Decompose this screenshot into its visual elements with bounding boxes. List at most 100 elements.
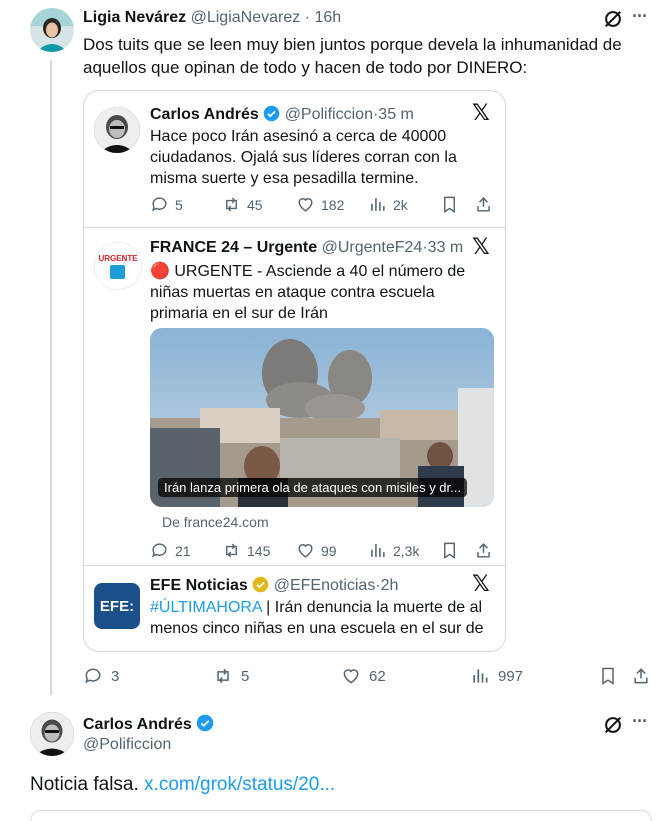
quoted-text: Hace poco Irán asesinó a cerca de 40000 … bbox=[150, 128, 457, 187]
share-button[interactable] bbox=[474, 195, 493, 214]
like-count: 182 bbox=[321, 196, 345, 213]
grok-icon[interactable] bbox=[601, 713, 625, 737]
bookmark-button[interactable] bbox=[440, 541, 459, 560]
reply-button[interactable]: 5 bbox=[150, 195, 183, 214]
quoted-tweets-card[interactable]: Carlos Andrés @Polificcion·35 m 𝕏 Hace p… bbox=[83, 90, 506, 652]
like-button[interactable]: 182 bbox=[296, 195, 344, 214]
quoted-text-body: URGENTE - Asciende a 40 el número de niñ… bbox=[150, 263, 466, 322]
heart-icon bbox=[298, 544, 313, 558]
tweet-time: 2h bbox=[380, 577, 399, 594]
views-icon bbox=[473, 669, 488, 683]
share-icon bbox=[477, 197, 490, 212]
author-name: EFE Noticias bbox=[150, 577, 248, 594]
heart-icon bbox=[343, 669, 359, 684]
tweet-time: 35 m bbox=[378, 106, 414, 123]
heart-icon bbox=[298, 198, 313, 212]
author-handle: @UrgenteF24 bbox=[321, 239, 423, 256]
red-circle-icon: 🔴 bbox=[150, 261, 170, 280]
reply-icon bbox=[85, 668, 101, 684]
thread-line bbox=[50, 60, 52, 695]
reply-count: 21 bbox=[175, 542, 191, 559]
quoted-tweet-carlos[interactable]: Carlos Andrés @Polificcion·35 m 𝕏 Hace p… bbox=[84, 91, 505, 227]
quoted-tweet-efe[interactable]: EFE: EFE Noticias @EFEnoticias·2h 𝕏 #ÚLT… bbox=[84, 566, 505, 651]
verified-badge-icon bbox=[263, 105, 280, 122]
bookmark-icon bbox=[444, 196, 455, 213]
x-logo-icon[interactable]: 𝕏 bbox=[472, 572, 490, 597]
author-name[interactable]: Ligia Nevárez bbox=[83, 9, 186, 26]
tweet-time: 33 m bbox=[427, 239, 464, 256]
repost-count: 45 bbox=[247, 196, 263, 213]
repost-count: 5 bbox=[241, 667, 250, 685]
avatar: EFE: bbox=[94, 583, 140, 629]
quoted-text: #ÚLTIMAHORA | Irán denuncia la muerte de… bbox=[150, 597, 490, 639]
repost-button[interactable]: 145 bbox=[222, 541, 270, 560]
x-logo-icon[interactable]: 𝕏 bbox=[472, 235, 490, 260]
grok-icon[interactable] bbox=[601, 7, 625, 31]
author-handle[interactable]: @LigiaNevarez bbox=[191, 9, 301, 26]
more-icon[interactable]: ··· bbox=[632, 711, 648, 732]
repost-count: 145 bbox=[247, 542, 271, 559]
repost-icon bbox=[226, 197, 237, 212]
author-name: FRANCE 24 – Urgente bbox=[150, 239, 318, 256]
quoted-tweet-france24[interactable]: URGENTE FRANCE 24 – Urgente @UrgenteF24·… bbox=[84, 228, 505, 564]
reply-button[interactable]: 21 bbox=[150, 541, 191, 560]
tweet-text: Dos tuits que se leen muy bien juntos po… bbox=[83, 35, 622, 77]
tweet-time[interactable]: 16h bbox=[314, 9, 341, 26]
hashtag-link[interactable]: #ÚLTIMAHORA bbox=[150, 599, 262, 616]
repost-button[interactable]: 45 bbox=[222, 195, 263, 214]
author-name: Carlos Andrés bbox=[150, 106, 259, 123]
reply-count: 5 bbox=[175, 196, 183, 213]
like-count: 99 bbox=[321, 542, 337, 559]
bookmark-button[interactable] bbox=[440, 195, 459, 214]
share-button[interactable] bbox=[474, 541, 493, 560]
quoted-text: 🔴 URGENTE - Asciende a 40 el número de n… bbox=[150, 260, 480, 324]
repost-icon bbox=[217, 668, 229, 684]
views-button[interactable]: 2k bbox=[368, 195, 408, 214]
image-caption: Irán lanza primera ola de ataques con mi… bbox=[158, 478, 467, 497]
reply-count: 3 bbox=[111, 667, 120, 685]
tweet-header: Ligia Nevárez @LigiaNevarez · 16h bbox=[83, 9, 341, 27]
share-button[interactable] bbox=[631, 666, 651, 686]
time-separator: · bbox=[304, 9, 311, 26]
bookmark-button[interactable] bbox=[598, 666, 618, 686]
like-button[interactable]: 62 bbox=[341, 666, 386, 686]
link-card-image[interactable]: Irán lanza primera ola de ataques con mi… bbox=[150, 328, 494, 507]
verified-badge-gold-icon bbox=[252, 576, 269, 593]
views-button[interactable]: 2,3k bbox=[368, 541, 419, 560]
views-count: 997 bbox=[498, 667, 524, 685]
reply-text: Noticia falsa. x.com/grok/status/20... bbox=[30, 774, 335, 796]
avatar[interactable] bbox=[30, 712, 74, 756]
avatar-label: URGENTE bbox=[98, 254, 138, 263]
views-button[interactable]: 997 bbox=[470, 666, 523, 686]
quoted-card-edge bbox=[30, 810, 652, 821]
x-logo-icon[interactable]: 𝕏 bbox=[472, 101, 490, 126]
author-handle[interactable]: @Polificcion bbox=[83, 736, 171, 754]
views-icon bbox=[371, 544, 385, 557]
share-icon bbox=[477, 543, 490, 558]
like-button[interactable]: 99 bbox=[296, 541, 337, 560]
author-name[interactable]: Carlos Andrés bbox=[83, 716, 192, 733]
reply-text-body: Noticia falsa. bbox=[30, 774, 145, 795]
avatar bbox=[94, 107, 140, 153]
avatar[interactable] bbox=[30, 8, 74, 52]
reply-link[interactable]: x.com/grok/status/20... bbox=[144, 774, 335, 795]
avatar: URGENTE bbox=[94, 242, 142, 290]
quoted-header: EFE Noticias @EFEnoticias·2h bbox=[150, 576, 398, 595]
more-icon[interactable]: ··· bbox=[632, 6, 648, 27]
reply-author-name: Carlos Andrés bbox=[83, 714, 214, 734]
views-count: 2k bbox=[393, 196, 408, 213]
avatar-label: EFE: bbox=[99, 597, 135, 615]
author-handle: @Polificcion bbox=[284, 106, 373, 123]
share-icon bbox=[634, 668, 648, 684]
reply-button[interactable]: 3 bbox=[83, 666, 119, 686]
author-handle: @EFEnoticias bbox=[273, 577, 376, 594]
bookmark-icon bbox=[602, 667, 614, 685]
repost-icon bbox=[226, 543, 237, 558]
france24-logo-icon bbox=[110, 265, 125, 279]
reply-icon bbox=[152, 197, 167, 212]
repost-button[interactable]: 5 bbox=[213, 666, 249, 686]
quoted-header: Carlos Andrés @Polificcion·35 m bbox=[150, 105, 414, 124]
verified-badge-icon bbox=[196, 714, 214, 732]
views-count: 2,3k bbox=[393, 542, 420, 559]
link-source[interactable]: De france24.com bbox=[162, 514, 269, 530]
